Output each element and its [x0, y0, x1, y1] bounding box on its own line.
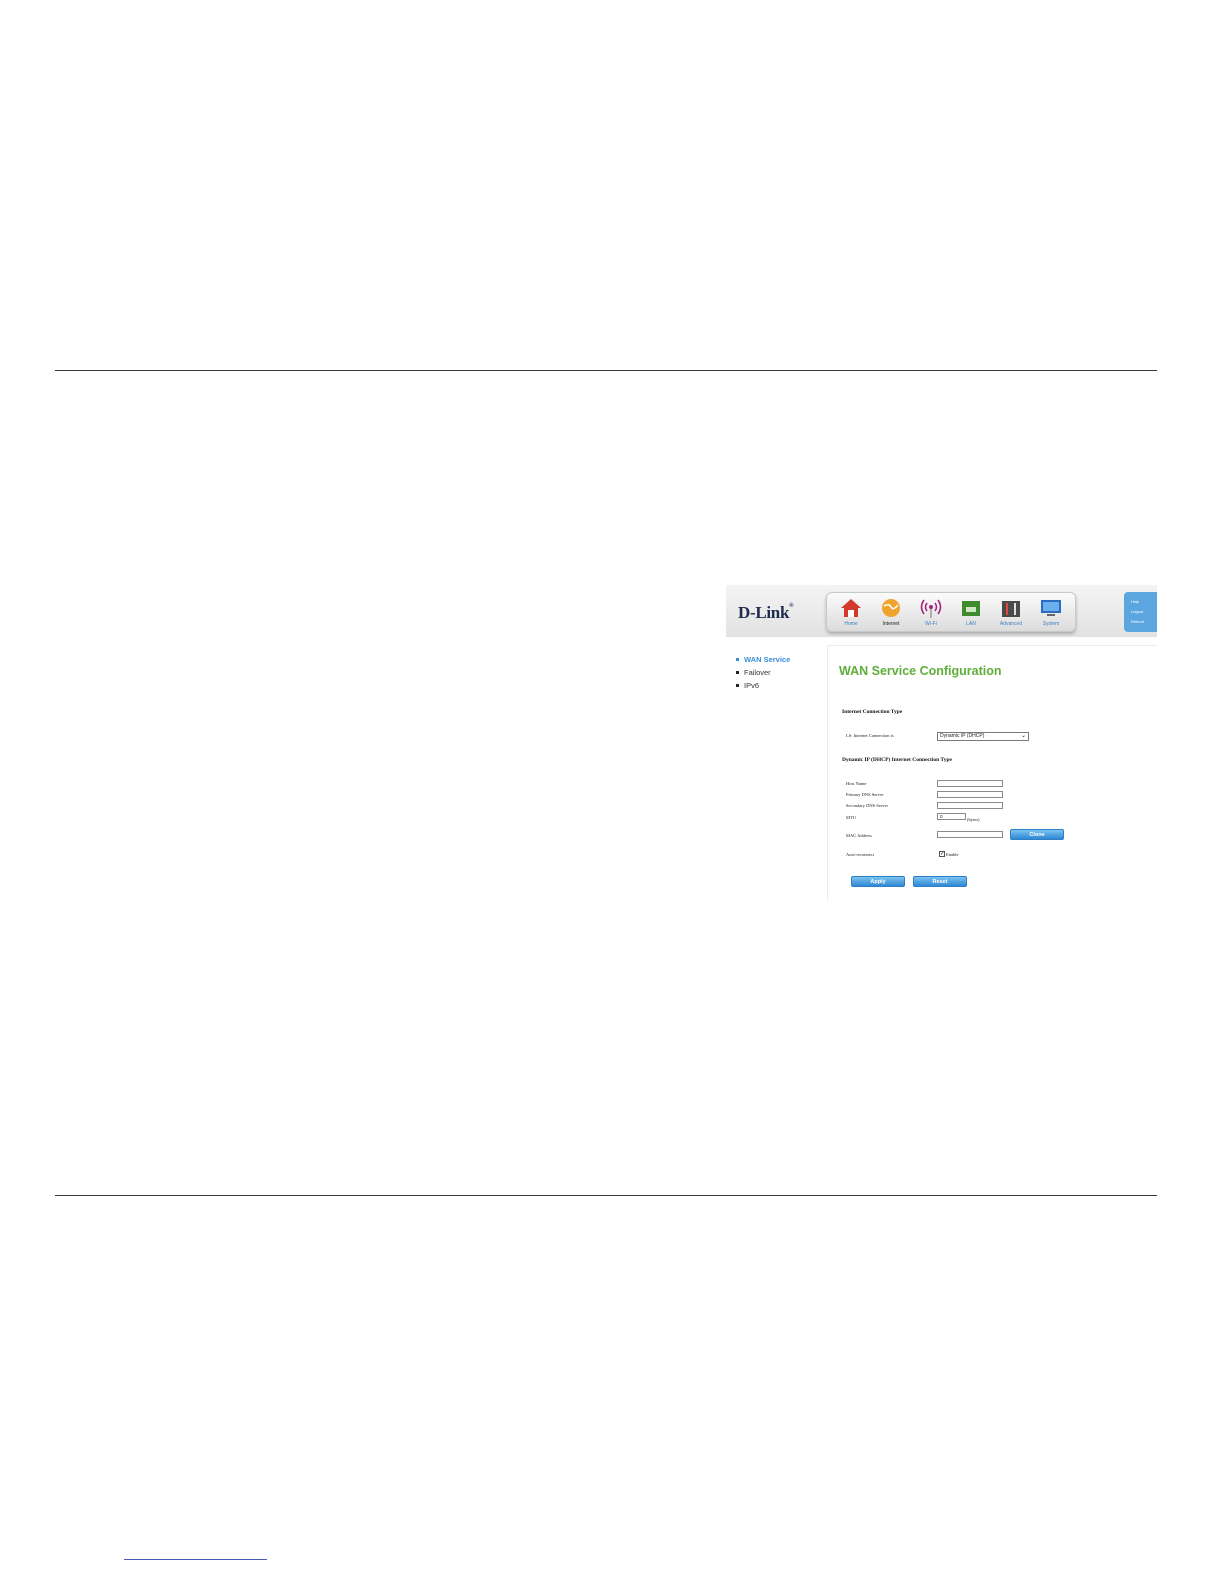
mac-address-input[interactable]: [937, 831, 1003, 838]
side-menu: WAN Service Failover IPv6: [736, 653, 816, 692]
host-name-input[interactable]: [937, 780, 1003, 787]
primary-dns-input[interactable]: [937, 791, 1003, 798]
sidemenu-wan-service[interactable]: WAN Service: [736, 653, 816, 666]
clone-button[interactable]: Clone: [1010, 829, 1064, 840]
home-icon: [841, 599, 861, 617]
utility-panel: Help Logout Reboot: [1124, 592, 1157, 632]
header-bar: D-Link® Home Internet Wi-Fi LAN Advanced…: [726, 585, 1157, 637]
apply-button[interactable]: Apply: [851, 876, 905, 887]
secondary-dns-input[interactable]: [937, 802, 1003, 809]
mac-address-label: MAC Address: [846, 833, 872, 838]
mtu-label: MTU: [846, 815, 856, 820]
router-ui-screenshot: D-Link® Home Internet Wi-Fi LAN Advanced…: [726, 585, 1157, 900]
wifi-antenna-icon: [920, 599, 942, 618]
monitor-icon: [1041, 600, 1061, 616]
nav-advanced[interactable]: Advanced: [993, 593, 1029, 633]
main-nav: Home Internet Wi-Fi LAN Advanced System: [826, 592, 1076, 632]
connection-type-select[interactable]: Dynamic IP (DHCP) ⌄: [937, 732, 1029, 741]
nav-wifi[interactable]: Wi-Fi: [913, 593, 949, 633]
enable-label: Enable: [946, 852, 959, 857]
nav-lan[interactable]: LAN: [953, 593, 989, 633]
host-name-label: Host Name: [846, 781, 867, 786]
nav-internet[interactable]: Internet: [873, 593, 909, 633]
secondary-dns-label: Secondary DNS Server: [846, 803, 888, 808]
bullet-icon: [736, 684, 739, 687]
sidemenu-failover[interactable]: Failover: [736, 666, 816, 679]
mtu-input[interactable]: 0: [937, 813, 966, 820]
globe-icon: [882, 599, 900, 617]
reboot-link[interactable]: Reboot: [1124, 617, 1157, 627]
section-connection-type: Internet Connection Type: [842, 709, 903, 715]
chevron-down-icon: ⌄: [1020, 733, 1026, 739]
help-link[interactable]: Help: [1124, 597, 1157, 607]
sidemenu-ipv6[interactable]: IPv6: [736, 679, 816, 692]
advanced-tools-icon: [1002, 601, 1020, 617]
mtu-unit: (bytes): [967, 817, 980, 822]
nav-system[interactable]: System: [1033, 593, 1069, 633]
auto-reconnect-checkbox[interactable]: ✓: [939, 851, 945, 857]
bottom-divider: [55, 1195, 1157, 1196]
page-title: WAN Service Configuration: [839, 664, 1002, 678]
bullet-icon: [736, 671, 739, 674]
auto-reconnect-label: Auto-reconnect: [846, 852, 874, 857]
dlink-logo: D-Link®: [738, 603, 794, 622]
lan-icon: [962, 601, 980, 616]
section-dhcp: Dynamic IP (DHCP) Internet Connection Ty…: [842, 757, 952, 763]
connection-label: LS: Internet Connection is: [846, 733, 894, 738]
primary-dns-label: Primary DNS Server: [846, 792, 884, 797]
config-panel: WAN Service Configuration Internet Conne…: [827, 645, 1157, 900]
logout-link[interactable]: Logout: [1124, 607, 1157, 617]
footnote-underline: [124, 1559, 267, 1560]
bullet-icon: [736, 658, 739, 661]
reset-button[interactable]: Reset: [913, 876, 967, 887]
nav-home[interactable]: Home: [833, 593, 869, 633]
top-divider: [55, 370, 1157, 371]
